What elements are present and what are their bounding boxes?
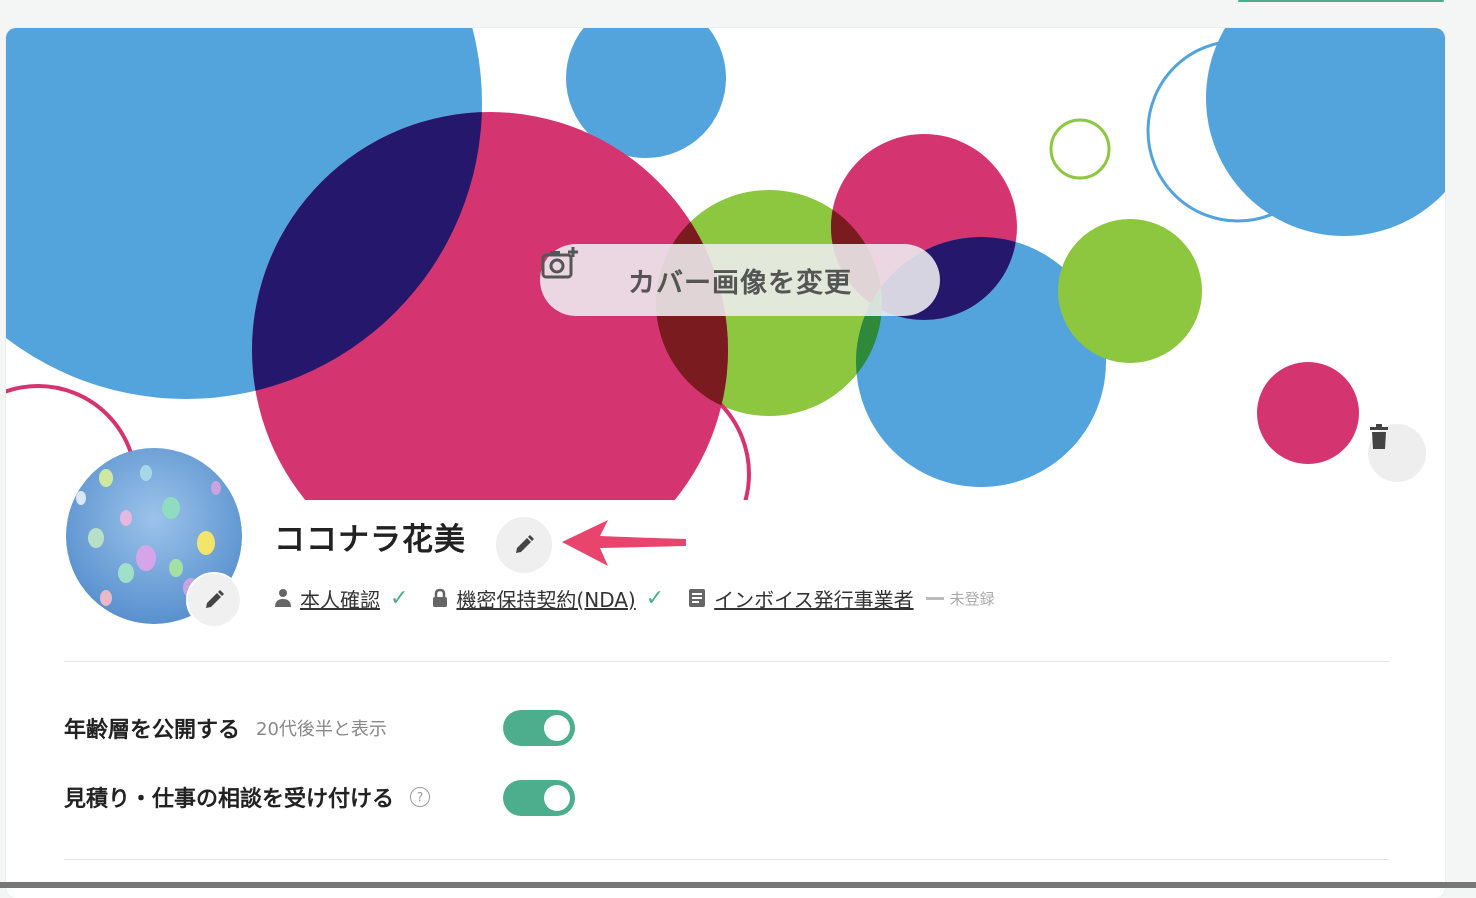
identity-check-icon: ✓	[390, 585, 409, 611]
divider	[64, 661, 1389, 662]
identity-verification-link[interactable]: 本人確認	[300, 584, 380, 613]
top-tab-indicator	[1238, 0, 1444, 2]
person-icon	[274, 588, 292, 608]
invoice-issuer-link[interactable]: インボイス発行事業者	[714, 584, 913, 613]
name-edit-button[interactable]	[496, 517, 552, 573]
change-cover-label: カバー画像を変更	[628, 267, 852, 299]
setting-row-consult: 見積り・仕事の相談を受け付ける ?	[64, 777, 431, 817]
verification-status-row: 本人確認 ✓ 機密保持契約(NDA) ✓ インボイス発行事業者 未登録	[274, 584, 995, 612]
nda-link[interactable]: 機密保持契約(NDA)	[456, 584, 635, 613]
camera-plus-icon	[541, 247, 578, 279]
consult-setting-label: 見積り・仕事の相談を受け付ける	[64, 787, 395, 812]
avatar-edit-button[interactable]	[186, 572, 242, 628]
annotation-arrow	[562, 520, 686, 566]
setting-row-age: 年齢層を公開する 20代後半と表示	[64, 708, 387, 748]
delete-cover-button[interactable]	[1368, 424, 1426, 482]
divider	[64, 859, 1389, 860]
age-setting-label: 年齢層を公開する	[64, 718, 241, 743]
window-bottom-edge	[0, 882, 1476, 888]
invoice-status-text: 未登録	[949, 589, 995, 608]
accept-consultation-toggle[interactable]	[503, 780, 575, 816]
profile-name: ココナラ花美	[274, 522, 466, 558]
toggle-knob	[544, 785, 570, 811]
document-icon	[688, 588, 706, 608]
cover-image: カバー画像を変更	[6, 28, 1445, 500]
profile-card: カバー画像を変更 ココナラ花美 本人確認 ✓ 機密保持契約(NDA) ✓ インボ…	[6, 28, 1445, 898]
question-icon[interactable]: ?	[410, 787, 431, 807]
trash-icon	[1370, 424, 1388, 449]
nda-check-icon: ✓	[645, 585, 665, 611]
lock-icon	[432, 588, 448, 608]
change-cover-button[interactable]: カバー画像を変更	[540, 244, 940, 316]
toggle-knob	[544, 715, 570, 741]
pencil-icon	[206, 590, 224, 608]
age-setting-note: 20代後半と表示	[256, 719, 387, 740]
age-public-toggle[interactable]	[503, 710, 575, 746]
pencil-icon	[516, 535, 534, 553]
unregistered-dash	[925, 596, 944, 600]
